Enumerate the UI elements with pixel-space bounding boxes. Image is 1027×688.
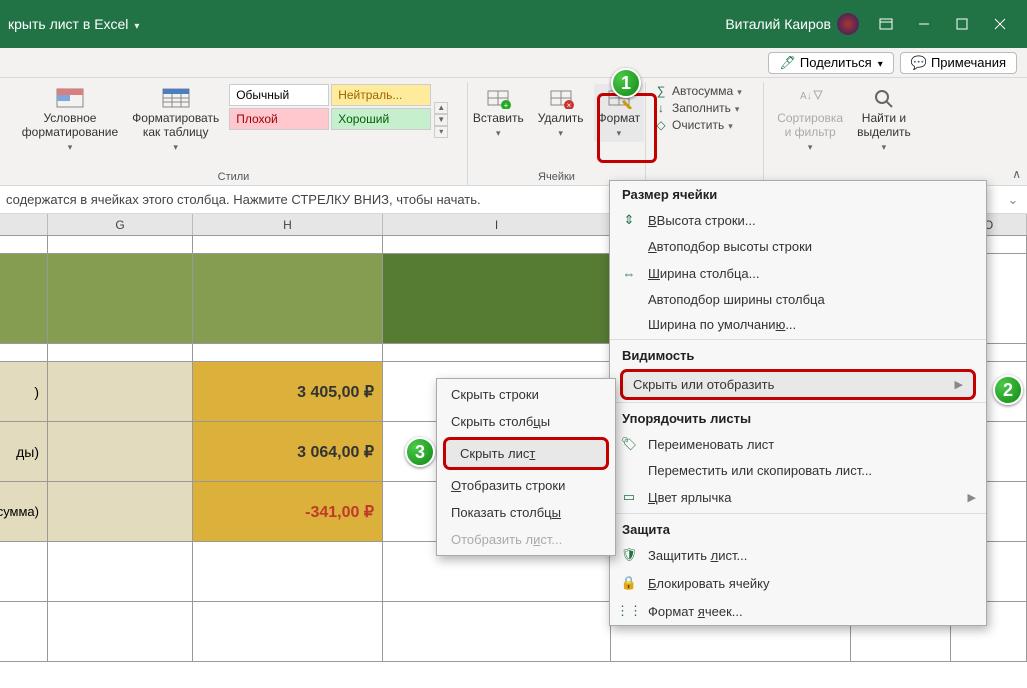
cell-label: вая сумма) xyxy=(0,482,48,542)
user-account[interactable]: Виталий Каиров xyxy=(725,13,859,35)
cells-group-label: Ячейки xyxy=(538,169,575,183)
insert-cells-button[interactable]: + Вставить xyxy=(469,84,528,142)
cell-value: -341,00 ₽ xyxy=(193,482,383,542)
comments-label: Примечания xyxy=(931,55,1006,70)
menu-section-organize: Упорядочить листы xyxy=(610,405,986,430)
column-header-h[interactable]: H xyxy=(193,214,383,235)
user-name: Виталий Каиров xyxy=(725,16,831,32)
autosum-label: Автосумма xyxy=(672,84,733,98)
column-header-i[interactable]: I xyxy=(383,214,611,235)
delete-label: Удалить xyxy=(538,112,584,126)
cell-value: 3 064,00 ₽ xyxy=(193,422,383,482)
menu-item-hide-columns[interactable]: Скрыть столбцы xyxy=(437,408,615,435)
callout-2: 2 xyxy=(993,375,1023,405)
cell-label: ды) xyxy=(0,422,48,482)
menu-item-row-height[interactable]: ⇕ВВысота строки... xyxy=(610,206,986,234)
menu-item-hide-unhide[interactable]: Скрыть или отобразить▶ xyxy=(620,369,976,400)
formula-expand-icon[interactable]: ⌄ xyxy=(1005,192,1021,208)
sort-filter-label: Сортировка и фильтр xyxy=(777,112,843,140)
clear-label: Очистить xyxy=(672,118,724,132)
svg-text:+: + xyxy=(504,101,509,109)
sort-filter-button[interactable]: A↓ Сортировка и фильтр xyxy=(773,84,847,155)
titlebar: крыть лист в Excel Виталий Каиров xyxy=(0,0,1027,48)
cell-style-normal[interactable]: Обычный xyxy=(229,84,329,106)
format-label: Формат xyxy=(598,112,641,126)
collapse-ribbon-icon[interactable]: ∧ xyxy=(1012,167,1021,181)
ribbon: Условное форматирование Форматировать ка… xyxy=(0,78,1027,186)
conditional-formatting-label: Условное форматирование xyxy=(22,112,118,140)
menu-section-protect: Защита xyxy=(610,516,986,541)
hide-unhide-submenu: Скрыть строки Скрыть столбцы Скрыть лист… xyxy=(436,378,616,556)
share-button[interactable]: 🖊 Поделиться xyxy=(768,52,893,74)
callout-1: 1 xyxy=(611,68,641,98)
autosum-button[interactable]: ∑Автосумма xyxy=(654,84,742,98)
comments-button[interactable]: 💬 Примечания xyxy=(900,52,1017,74)
menu-item-format-cells[interactable]: ⋮⋮Формат ячеек... xyxy=(610,597,986,625)
menu-section-cell-size: Размер ячейки xyxy=(610,181,986,206)
menu-item-autofit-row-height[interactable]: Автоподбор высоты строки xyxy=(610,234,986,259)
close-button[interactable] xyxy=(981,7,1019,41)
menu-item-hide-sheet[interactable]: Скрыть лист xyxy=(443,437,609,470)
conditional-formatting-button[interactable]: Условное форматирование xyxy=(18,84,122,155)
column-header-g[interactable]: G xyxy=(48,214,193,235)
menu-item-column-width[interactable]: ⇔Ширина столбца... xyxy=(610,259,986,287)
delete-cells-button[interactable]: × Удалить xyxy=(534,84,588,142)
menu-item-lock-cell[interactable]: 🔒Блокировать ячейку xyxy=(610,569,986,597)
submenu-arrow-icon: ▶ xyxy=(955,378,963,391)
menu-item-default-width[interactable]: Ширина по умолчанию... xyxy=(610,312,986,337)
menu-item-autofit-column-width[interactable]: Автоподбор ширины столбца xyxy=(610,287,986,312)
format-as-table-label: Форматировать как таблицу xyxy=(132,112,219,140)
document-title: крыть лист в Excel xyxy=(8,16,128,32)
find-select-label: Найти и выделить xyxy=(857,112,911,140)
cell-style-good[interactable]: Хороший xyxy=(331,108,431,130)
clear-button[interactable]: ◇Очистить xyxy=(654,118,742,132)
submenu-arrow-icon: ▶ xyxy=(968,491,976,504)
styles-group-label: Стили xyxy=(218,169,250,183)
svg-text:×: × xyxy=(566,101,571,109)
svg-text:A↓: A↓ xyxy=(800,91,812,102)
menu-item-protect-sheet[interactable]: 🛡Защитить лист... xyxy=(610,541,986,569)
share-bar: 🖊 Поделиться 💬 Примечания xyxy=(0,48,1027,78)
menu-item-unhide-rows[interactable]: Отобразить строки xyxy=(437,472,615,499)
menu-item-rename-sheet[interactable]: 🏷Переименовать лист xyxy=(610,430,986,458)
cell-value: 3 405,00 ₽ xyxy=(193,362,383,422)
maximize-button[interactable] xyxy=(943,7,981,41)
find-select-button[interactable]: Найти и выделить xyxy=(853,84,915,155)
insert-label: Вставить xyxy=(473,112,524,126)
menu-item-hide-rows[interactable]: Скрыть строки xyxy=(437,381,615,408)
menu-item-move-copy-sheet[interactable]: Переместить или скопировать лист... xyxy=(610,458,986,483)
share-label: Поделиться xyxy=(800,55,872,70)
callout-3: 3 xyxy=(405,437,435,467)
styles-gallery-expand[interactable]: ▲▼▾ xyxy=(433,84,449,155)
fill-label: Заполнить xyxy=(672,101,731,115)
minimize-button[interactable] xyxy=(905,7,943,41)
ribbon-display-button[interactable] xyxy=(867,7,905,41)
menu-item-unhide-sheet: Отобразить лист... xyxy=(437,526,615,553)
cell-style-neutral[interactable]: Нейтраль... xyxy=(331,84,431,106)
fill-button[interactable]: ↓Заполнить xyxy=(654,101,742,115)
menu-item-tab-color[interactable]: ▭Цвет ярлычка▶ xyxy=(610,483,986,511)
format-as-table-button[interactable]: Форматировать как таблицу xyxy=(128,84,223,155)
cell-style-bad[interactable]: Плохой xyxy=(229,108,329,130)
title-dropdown-icon[interactable] xyxy=(132,16,139,32)
menu-item-unhide-columns[interactable]: Показать столбцы xyxy=(437,499,615,526)
menu-section-visibility: Видимость xyxy=(610,342,986,367)
avatar xyxy=(837,13,859,35)
format-dropdown-menu: Размер ячейки ⇕ВВысота строки... Автопод… xyxy=(609,180,987,626)
